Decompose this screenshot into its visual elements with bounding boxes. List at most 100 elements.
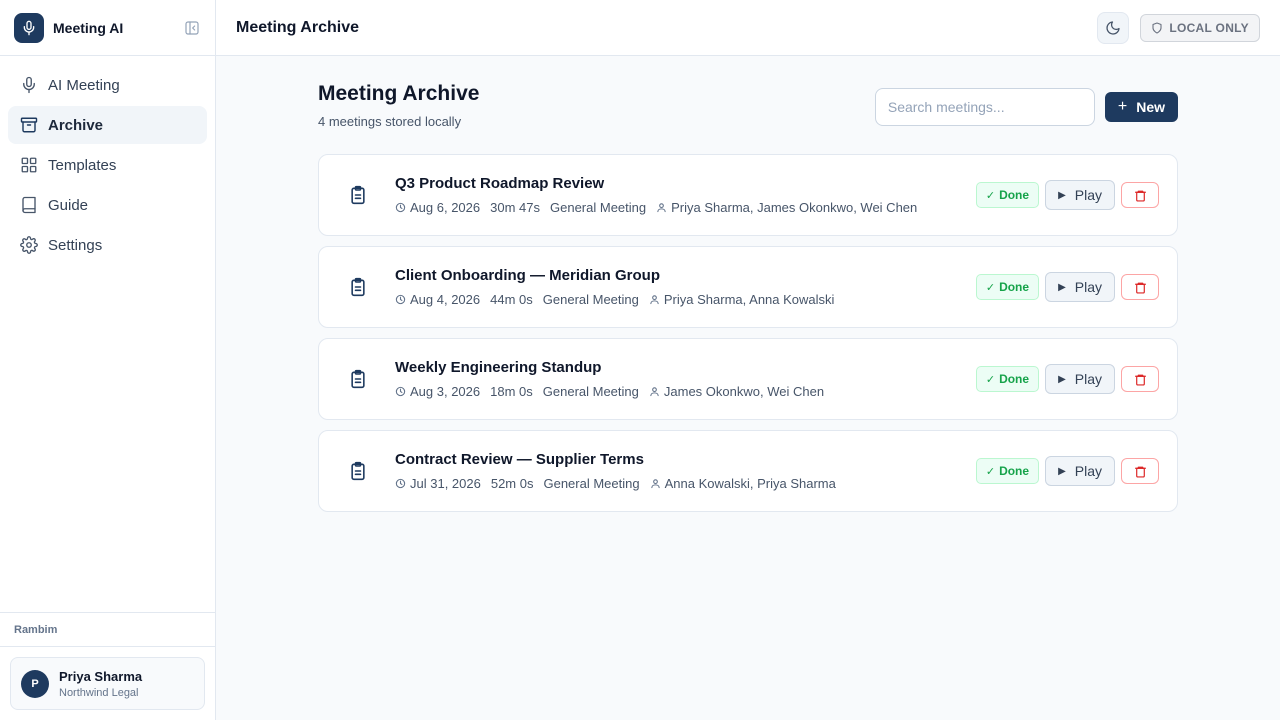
archive-box-icon (20, 116, 38, 134)
check-icon: ✓ (985, 281, 996, 294)
workspace-label: Rambim (0, 612, 215, 647)
meeting-title: Client Onboarding — Meridian Group (395, 267, 660, 284)
meeting-title: Weekly Engineering Standup (395, 359, 602, 376)
delete-button[interactable] (1121, 366, 1159, 392)
meeting-type: General Meeting (542, 384, 639, 399)
meeting-type: General Meeting (542, 292, 639, 307)
page-header: Meeting Archive 4 meetings stored locall… (318, 82, 1178, 132)
status-badge: ✓ Done (975, 366, 1040, 392)
moon-icon (1105, 20, 1121, 36)
trash-icon (1134, 465, 1147, 478)
clipboard-icon (347, 276, 369, 298)
new-meeting-button[interactable]: + New (1104, 92, 1178, 122)
meeting-card[interactable]: Client Onboarding — Meridian Group Aug 4… (318, 246, 1178, 328)
meeting-actions: ✓ Done ▶ Play (975, 364, 1159, 394)
sidebar: Meeting AI AI Meeting Archive Templates (0, 0, 216, 720)
play-button[interactable]: ▶ Play (1045, 272, 1115, 302)
meeting-date: Aug 3, 2026 (410, 384, 481, 399)
delete-button[interactable] (1121, 182, 1159, 208)
delete-button[interactable] (1121, 274, 1159, 300)
trash-icon (1134, 189, 1147, 202)
meeting-date: Aug 4, 2026 (410, 292, 481, 307)
trash-icon (1134, 281, 1147, 294)
app-name: Meeting AI (53, 19, 124, 36)
sidebar-item-guide[interactable]: Guide (8, 186, 207, 224)
meeting-info: Weekly Engineering Standup Aug 3, 2026 1… (395, 359, 824, 399)
check-icon: ✓ (985, 189, 996, 202)
meeting-card[interactable]: Q3 Product Roadmap Review Aug 6, 2026 30… (318, 154, 1178, 236)
plus-icon: + (1117, 98, 1128, 115)
sidebar-item-templates[interactable]: Templates (8, 146, 207, 184)
meeting-participants: Anna Kowalski, Priya Sharma (664, 476, 836, 491)
topbar-title: Meeting Archive (236, 18, 359, 36)
delete-button[interactable] (1121, 458, 1159, 484)
header-actions: + New (874, 88, 1178, 126)
status-badge: ✓ Done (975, 274, 1040, 300)
meeting-actions: ✓ Done ▶ Play (975, 272, 1159, 302)
meeting-duration: 52m 0s (490, 476, 534, 491)
clock-icon (395, 478, 406, 489)
play-label: Play (1074, 463, 1102, 479)
play-label: Play (1074, 371, 1102, 387)
brand-header: Meeting AI (0, 0, 215, 56)
user-info: Priya Sharma Northwind Legal (59, 669, 142, 699)
sidebar-item-archive[interactable]: Archive (8, 106, 207, 144)
play-button[interactable]: ▶ Play (1045, 364, 1115, 394)
clock-icon (395, 202, 406, 213)
page-subtitle: 4 meetings stored locally (318, 114, 462, 129)
meeting-title: Contract Review — Supplier Terms (395, 451, 644, 468)
user-icon (650, 478, 661, 489)
new-button-label: New (1136, 99, 1165, 115)
microphone-icon (14, 12, 44, 43)
play-icon: ▶ (1058, 189, 1066, 201)
meeting-info: Client Onboarding — Meridian Group Aug 4… (395, 267, 834, 307)
gear-icon (20, 236, 38, 254)
sidebar-item-label: Settings (48, 236, 103, 254)
grid-icon (20, 156, 38, 174)
check-icon: ✓ (985, 373, 996, 386)
meeting-list: Q3 Product Roadmap Review Aug 6, 2026 30… (318, 154, 1178, 512)
meeting-type: General Meeting (543, 476, 640, 491)
play-label: Play (1074, 279, 1102, 295)
status-label: Done (999, 464, 1030, 478)
search-input[interactable] (874, 88, 1095, 126)
meeting-participants: Priya Sharma, James Okonkwo, Wei Chen (671, 200, 918, 215)
page-heading: Meeting Archive 4 meetings stored locall… (318, 82, 479, 129)
user-org: Northwind Legal (59, 686, 139, 699)
book-icon (20, 196, 38, 214)
status-label: Done (999, 372, 1030, 386)
status-label: Done (999, 280, 1030, 294)
local-only-label: LOCAL ONLY (1169, 20, 1249, 35)
sidebar-item-label: Guide (48, 196, 89, 214)
sidebar-item-label: Templates (48, 156, 117, 174)
microphone-icon (20, 76, 38, 94)
meeting-card[interactable]: Weekly Engineering Standup Aug 3, 2026 1… (318, 338, 1178, 420)
sidebar-nav: AI Meeting Archive Templates Guide Setti… (0, 56, 215, 276)
meeting-type: General Meeting (550, 200, 647, 215)
play-icon: ▶ (1058, 465, 1066, 477)
meeting-actions: ✓ Done ▶ Play (975, 180, 1159, 210)
sidebar-item-ai-meeting[interactable]: AI Meeting (8, 66, 207, 104)
status-badge: ✓ Done (975, 182, 1040, 208)
meeting-info: Q3 Product Roadmap Review Aug 6, 2026 30… (395, 175, 917, 215)
meeting-date: Jul 31, 2026 (410, 476, 481, 491)
trash-icon (1134, 373, 1147, 386)
local-only-badge: LOCAL ONLY (1140, 13, 1260, 42)
sidebar-footer: Rambim P Priya Sharma Northwind Legal (0, 612, 215, 720)
sidebar-item-label: Archive (48, 116, 104, 134)
meeting-duration: 18m 0s (490, 384, 533, 399)
meeting-info: Contract Review — Supplier Terms Jul 31,… (395, 451, 836, 491)
play-button[interactable]: ▶ Play (1045, 180, 1115, 210)
play-button[interactable]: ▶ Play (1045, 456, 1115, 486)
meeting-meta: Aug 4, 2026 44m 0s General Meeting Priya… (395, 292, 834, 307)
user-card[interactable]: P Priya Sharma Northwind Legal (10, 657, 205, 710)
clipboard-icon (347, 460, 369, 482)
sidebar-collapse-icon[interactable] (183, 19, 201, 37)
theme-toggle-button[interactable] (1097, 11, 1130, 44)
play-icon: ▶ (1058, 281, 1066, 293)
sidebar-item-settings[interactable]: Settings (8, 226, 207, 264)
meeting-card[interactable]: Contract Review — Supplier Terms Jul 31,… (318, 430, 1178, 512)
meeting-meta: Aug 3, 2026 18m 0s General Meeting James… (395, 384, 824, 399)
play-icon: ▶ (1058, 373, 1066, 385)
user-icon (649, 294, 660, 305)
